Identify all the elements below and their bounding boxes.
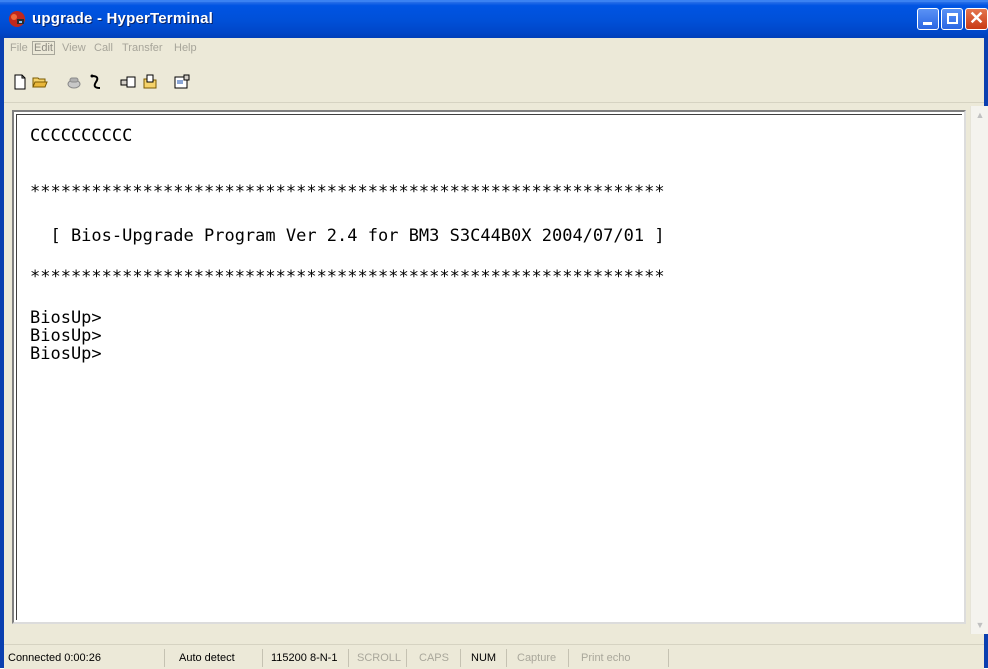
status-connected: Connected 0:00:26: [8, 652, 101, 664]
hyperterminal-window: upgrade - HyperTerminal ✕ File Edit View…: [0, 0, 988, 669]
terminal-line: ****************************************…: [30, 182, 665, 202]
toolbar: [4, 60, 984, 103]
vertical-scrollbar[interactable]: ▲ ▼: [970, 106, 988, 634]
maximize-button[interactable]: [941, 8, 963, 30]
status-num: NUM: [460, 649, 506, 667]
terminal-area[interactable]: CCCCCCCCCC *****************************…: [12, 110, 966, 624]
menu-call[interactable]: Call: [94, 42, 113, 54]
terminal-line: BiosUp>: [30, 344, 102, 364]
status-caps: CAPS: [406, 649, 460, 667]
window-title: upgrade - HyperTerminal: [32, 10, 214, 27]
terminal-line: BiosUp>: [30, 308, 102, 328]
scroll-down-button[interactable]: ▼: [971, 616, 988, 634]
close-icon: ✕: [968, 8, 985, 28]
status-print-echo: Print echo: [568, 649, 668, 667]
status-detect: Auto detect: [164, 649, 262, 667]
title-bar[interactable]: upgrade - HyperTerminal ✕: [0, 0, 988, 38]
status-baud: 115200 8-N-1: [262, 649, 348, 667]
terminal-line: BiosUp>: [30, 326, 102, 346]
menu-view[interactable]: View: [62, 42, 86, 54]
menu-help[interactable]: Help: [174, 42, 197, 54]
terminal-line: [ Bios-Upgrade Program Ver 2.4 for BM3 S…: [30, 226, 665, 246]
menu-bar: File Edit View Call Transfer Help: [4, 38, 984, 60]
status-scroll: SCROLL: [348, 649, 406, 667]
terminal-line: CCCCCCCCCC: [30, 126, 133, 146]
status-spacer: [668, 649, 980, 667]
menu-edit[interactable]: Edit: [32, 41, 55, 55]
close-button[interactable]: ✕: [965, 8, 988, 30]
receive-icon[interactable]: [142, 74, 158, 90]
scroll-up-button[interactable]: ▲: [971, 106, 988, 124]
minimize-icon: [923, 22, 932, 25]
open-icon[interactable]: [32, 74, 48, 90]
properties-icon[interactable]: [174, 74, 190, 90]
connect-icon[interactable]: [66, 74, 82, 90]
send-icon[interactable]: [120, 74, 136, 90]
disconnect-icon[interactable]: [88, 74, 104, 90]
terminal-line: ****************************************…: [30, 267, 665, 287]
status-capture: Capture: [506, 649, 568, 667]
menu-transfer[interactable]: Transfer: [122, 42, 163, 54]
new-icon[interactable]: [12, 74, 28, 90]
status-bar: Connected 0:00:26 Auto detect 115200 8-N…: [4, 644, 984, 669]
maximize-icon: [947, 13, 958, 24]
minimize-button[interactable]: [917, 8, 939, 30]
hyperterminal-icon: [9, 11, 25, 27]
menu-file[interactable]: File: [10, 42, 28, 54]
